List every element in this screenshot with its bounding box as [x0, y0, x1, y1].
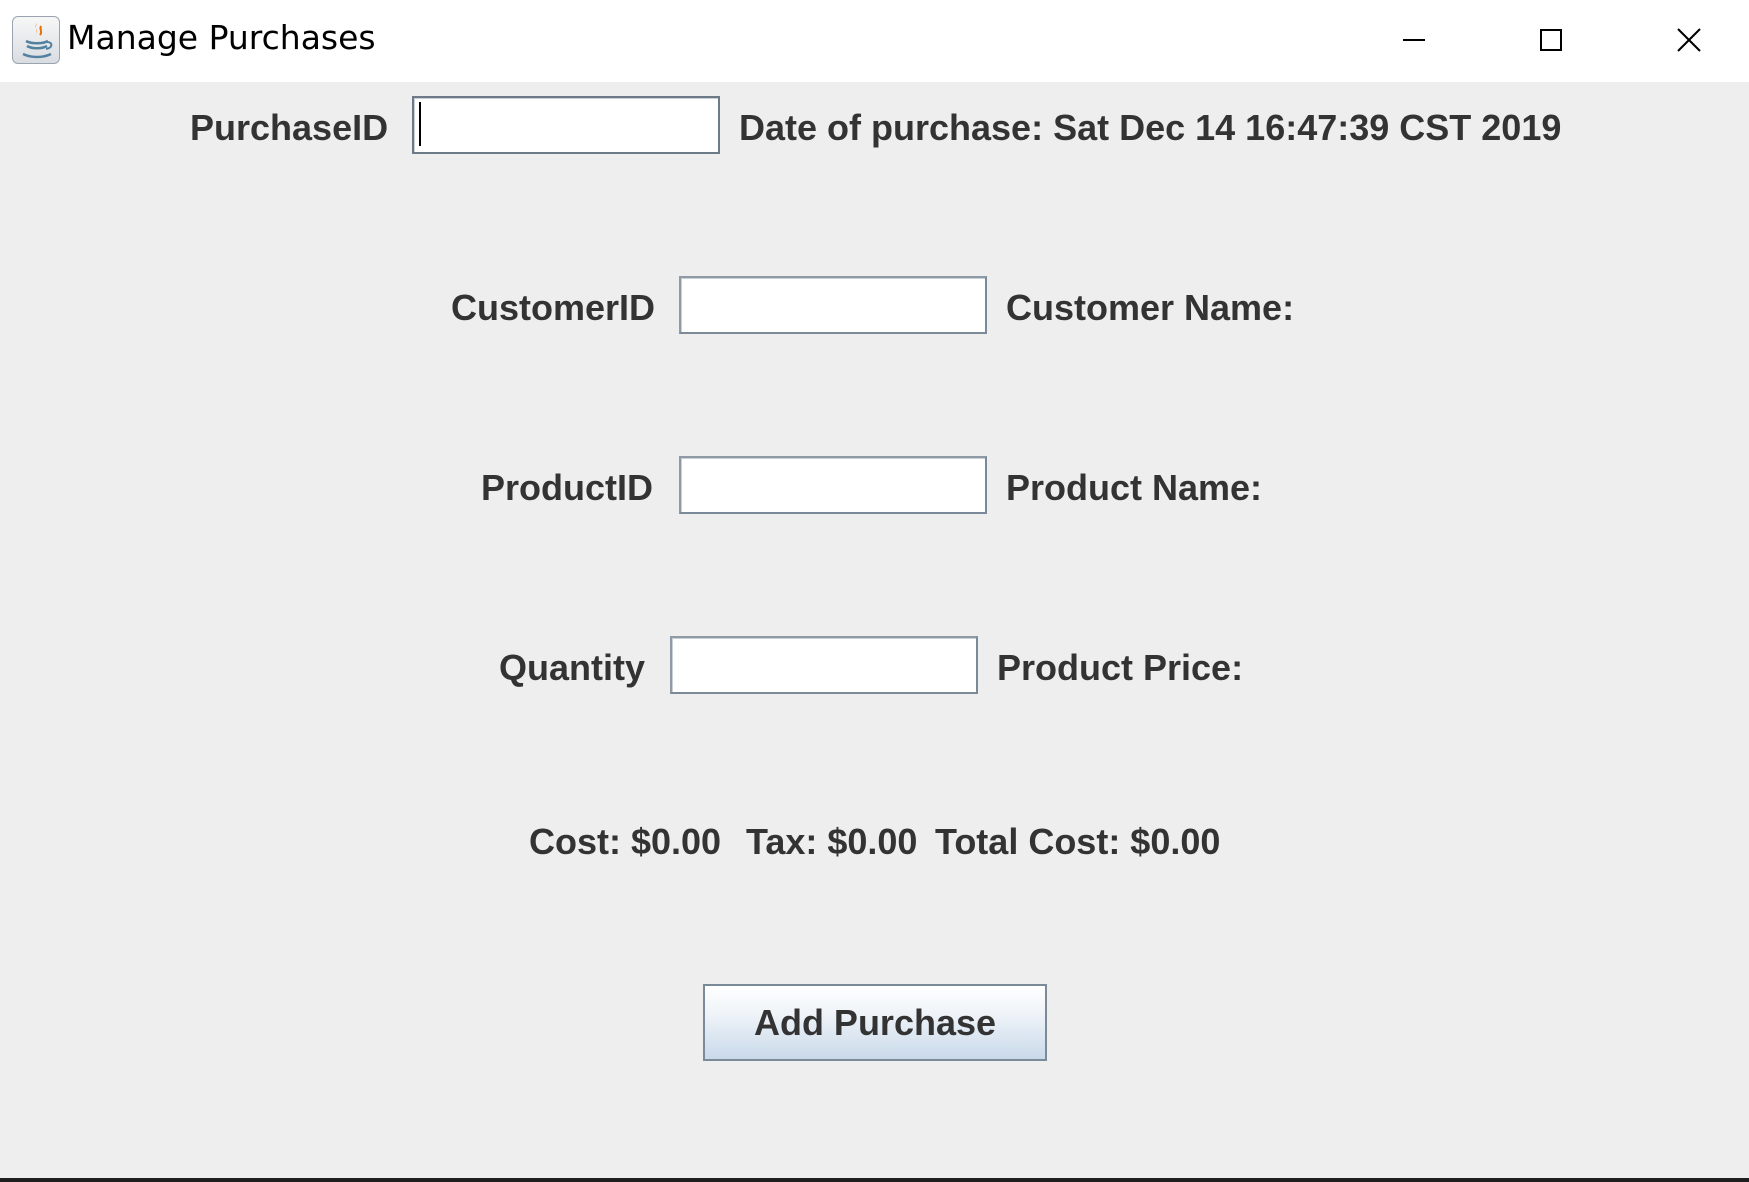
title-bar[interactable]: Manage Purchases — [0, 0, 1749, 82]
customer-id-label: CustomerID — [451, 287, 656, 328]
close-button[interactable] — [1620, 0, 1749, 80]
purchase-id-input[interactable] — [412, 96, 720, 154]
quantity-label: Quantity — [499, 647, 646, 688]
text-caret — [419, 102, 421, 146]
java-cup-icon — [12, 16, 60, 64]
product-price-label: Product Price: — [997, 647, 1244, 688]
manage-purchases-window: Manage Purchases PurchaseID Date of purc… — [0, 0, 1749, 1178]
product-name-label: Product Name: — [1006, 467, 1263, 508]
maximize-icon — [1539, 29, 1562, 51]
window-bottom-edge — [0, 1178, 1749, 1182]
total-cost-label: Total Cost: $0.00 — [935, 821, 1221, 862]
add-purchase-button[interactable]: Add Purchase — [703, 984, 1047, 1061]
minimize-icon — [1402, 39, 1425, 41]
customer-name-label: Customer Name: — [1006, 287, 1295, 328]
close-icon — [1676, 28, 1701, 52]
tax-label: Tax: $0.00 — [746, 821, 918, 862]
window-title: Manage Purchases — [67, 18, 376, 57]
product-id-input[interactable] — [679, 456, 987, 514]
quantity-input[interactable] — [670, 636, 978, 694]
purchase-date-label: Date of purchase: Sat Dec 14 16:47:39 CS… — [739, 107, 1562, 148]
product-id-label: ProductID — [481, 467, 654, 508]
purchase-id-label: PurchaseID — [190, 107, 389, 148]
maximize-button[interactable] — [1482, 0, 1619, 80]
customer-id-input[interactable] — [679, 276, 987, 334]
cost-label: Cost: $0.00 — [529, 821, 722, 862]
minimize-button[interactable] — [1345, 0, 1482, 80]
